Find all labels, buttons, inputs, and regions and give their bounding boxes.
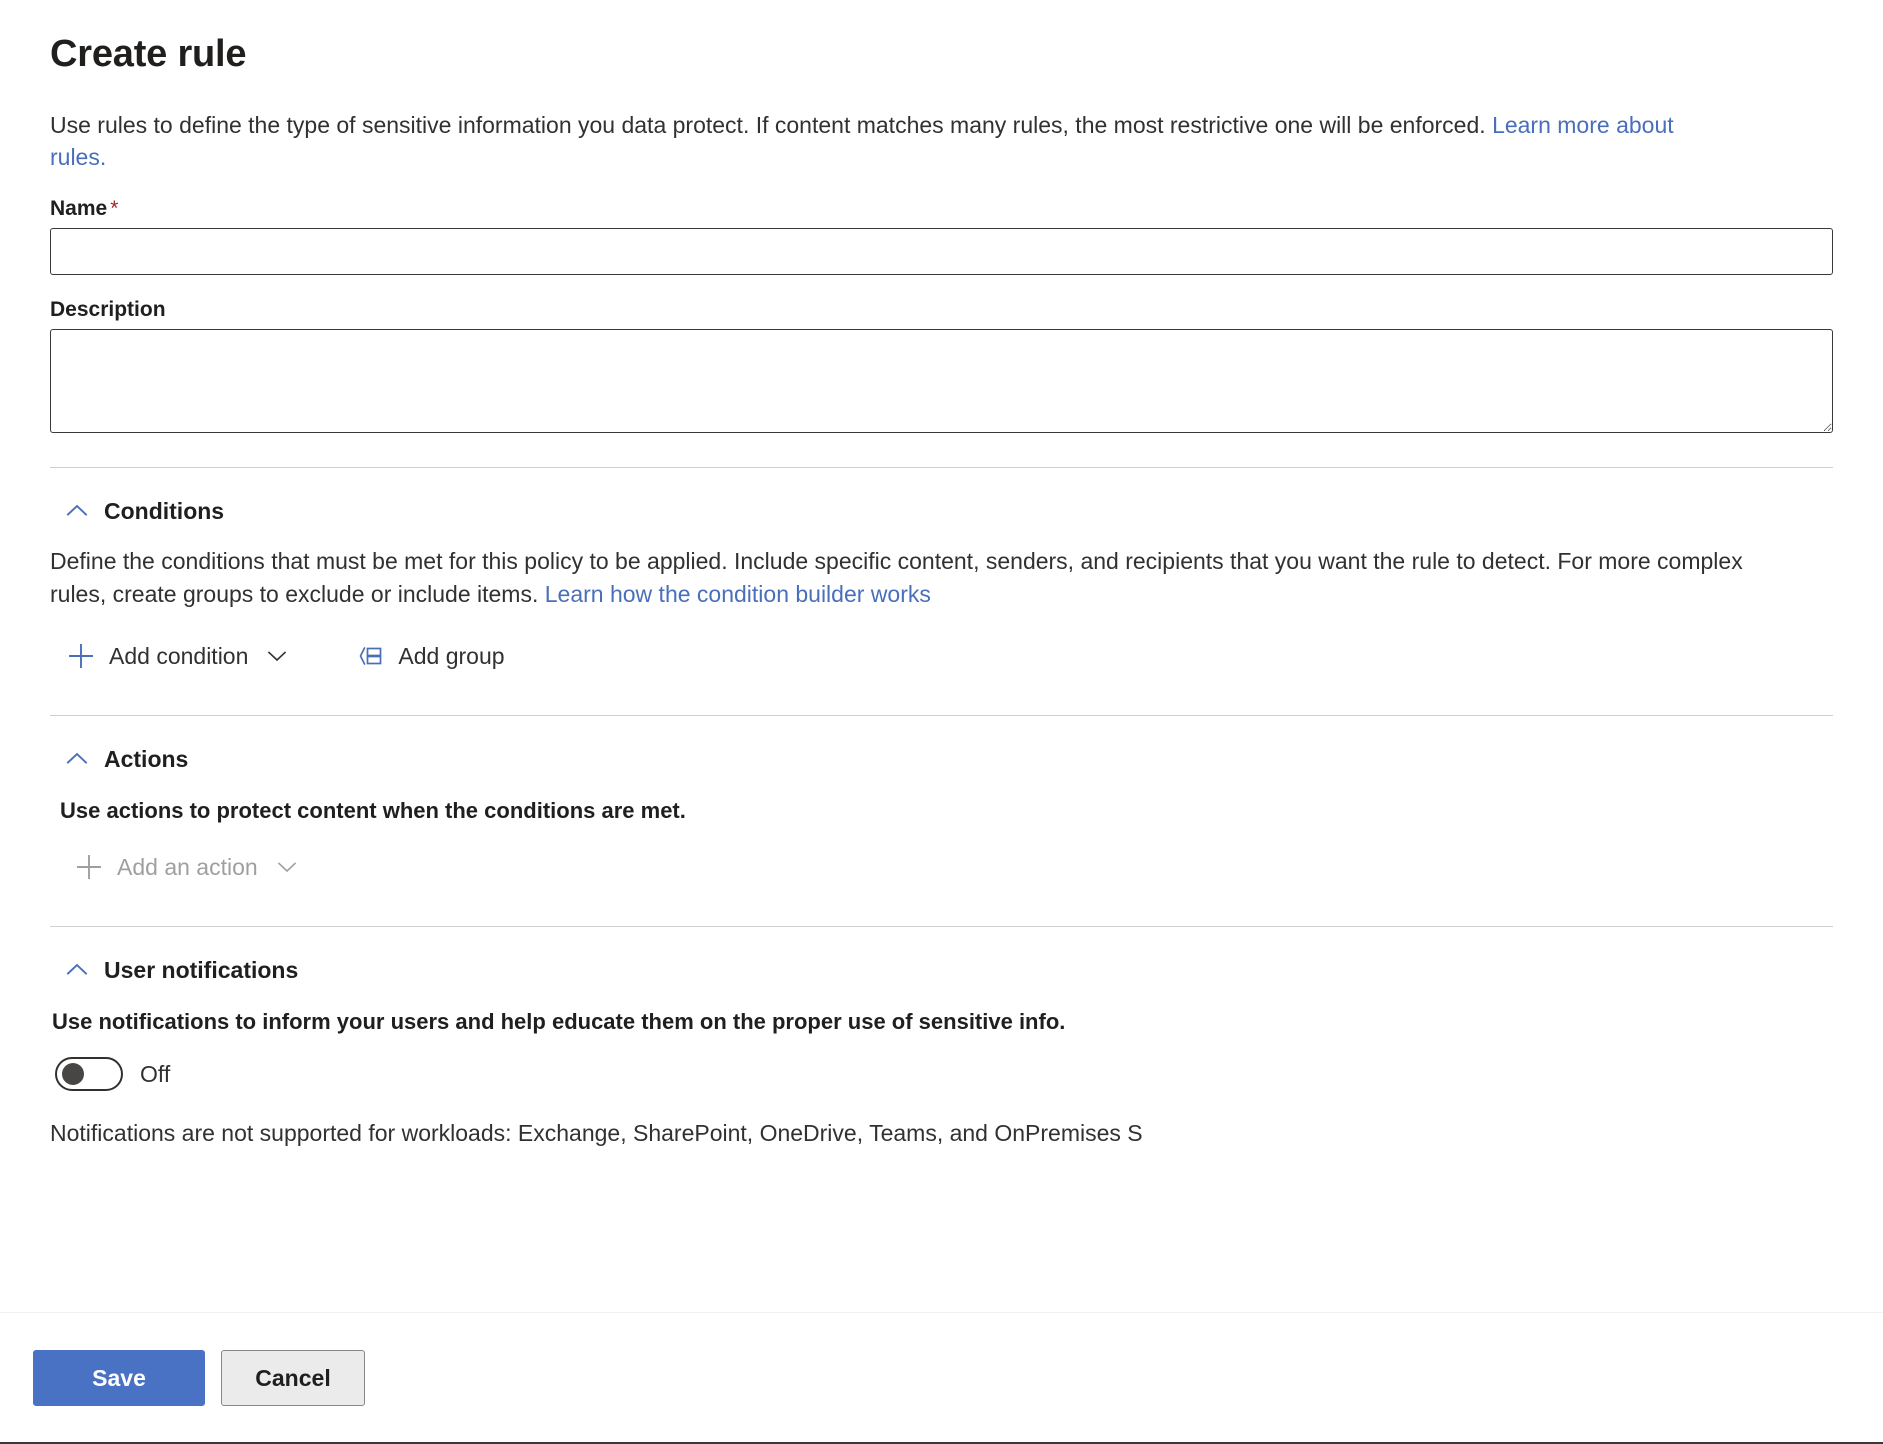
- add-an-action-button[interactable]: Add an action: [72, 848, 301, 886]
- chevron-up-icon[interactable]: [64, 498, 90, 524]
- divider-actions: [50, 715, 1833, 716]
- toggle-knob: [62, 1063, 84, 1085]
- chevron-down-icon: [275, 855, 299, 879]
- chevron-up-icon[interactable]: [64, 957, 90, 983]
- user-notifications-toggle-row: Off: [55, 1057, 1833, 1091]
- cancel-button[interactable]: Cancel: [221, 1350, 365, 1406]
- add-group-icon: [355, 641, 385, 671]
- actions-section-title: Actions: [104, 748, 188, 771]
- actions-description: Use actions to protect content when the …: [60, 798, 1833, 824]
- add-an-action-label: Add an action: [117, 856, 258, 879]
- plus-icon: [74, 852, 104, 882]
- user-notifications-section-title: User notifications: [104, 959, 298, 982]
- conditions-description: Define the conditions that must be met f…: [50, 545, 1750, 610]
- create-rule-panel: Create rule Use rules to define the type…: [0, 0, 1883, 1444]
- divider-conditions: [50, 467, 1833, 468]
- panel-footer: Save Cancel: [0, 1313, 1883, 1444]
- add-condition-button[interactable]: Add condition: [64, 637, 291, 675]
- add-condition-label: Add condition: [109, 645, 248, 668]
- chevron-down-icon: [265, 644, 289, 668]
- panel-scroll-area[interactable]: Create rule Use rules to define the type…: [0, 0, 1883, 1313]
- user-notifications-description: Use notifications to inform your users a…: [52, 1009, 1833, 1035]
- name-input[interactable]: [50, 228, 1833, 275]
- conditions-section-header[interactable]: Conditions: [64, 498, 224, 524]
- plus-icon: [66, 641, 96, 671]
- conditions-command-row: Add condition Add group: [64, 637, 1833, 675]
- add-group-label: Add group: [398, 645, 504, 668]
- conditions-section-title: Conditions: [104, 500, 224, 523]
- condition-builder-help-link[interactable]: Learn how the condition builder works: [545, 581, 931, 607]
- description-field-label: Description: [50, 298, 1833, 322]
- actions-command-row: Add an action: [72, 848, 1833, 886]
- required-asterisk: *: [110, 197, 118, 220]
- user-notifications-clipped-note: Notifications are not supported for work…: [50, 1117, 1833, 1150]
- description-textarea[interactable]: [50, 329, 1833, 433]
- name-label-text: Name: [50, 197, 107, 220]
- chevron-up-icon[interactable]: [64, 746, 90, 772]
- user-notifications-section-header[interactable]: User notifications: [64, 957, 298, 983]
- user-notifications-toggle-state: Off: [140, 1061, 170, 1088]
- page-intro-sentence: Use rules to define the type of sensitiv…: [50, 112, 1492, 138]
- add-group-button[interactable]: Add group: [353, 637, 506, 675]
- page-title: Create rule: [50, 33, 1833, 77]
- divider-user-notifications: [50, 926, 1833, 927]
- user-notifications-toggle[interactable]: [55, 1057, 123, 1091]
- name-field-label: Name*: [50, 197, 1833, 221]
- actions-section-header[interactable]: Actions: [64, 746, 188, 772]
- page-intro-text: Use rules to define the type of sensitiv…: [50, 109, 1730, 174]
- save-button[interactable]: Save: [33, 1350, 205, 1406]
